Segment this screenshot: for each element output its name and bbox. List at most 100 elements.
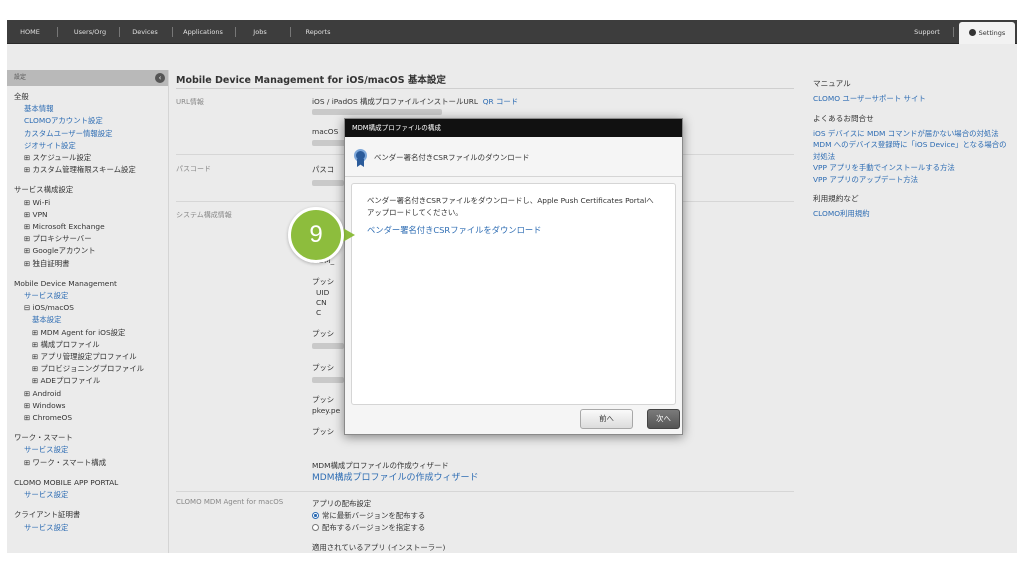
sidebar-item[interactable]: CLOMOアカウント設定 <box>7 115 168 127</box>
push-cert-label-4: プッシ <box>312 395 335 404</box>
sidebar-item[interactable]: ⊞ Windows <box>7 400 168 412</box>
sidebar-section-heading: ワーク・スマート <box>14 433 73 443</box>
sidebar-item[interactable]: ⊞ プロビジョニングプロファイル <box>7 363 168 375</box>
sidebar-title: 設定 <box>14 74 27 81</box>
sidebar-item[interactable]: サービス設定 <box>7 489 168 501</box>
sidebar-header: 設定 ‹ <box>7 70 168 86</box>
gear-icon <box>968 29 976 36</box>
wizard-link[interactable]: MDM構成プロファイルの作成ウィザード <box>312 470 478 483</box>
faq-heading: よくあるお問合せ <box>813 113 874 123</box>
push-cert-label-5: プッシ <box>312 427 335 436</box>
sidebar-section-heading: CLOMO MOBILE APP PORTAL <box>14 477 119 487</box>
agent-macos-label: CLOMO MDM Agent for macOS <box>176 498 284 506</box>
sidebar-item[interactable]: ⊞ アプリ管理設定プロファイル <box>7 351 168 363</box>
collapse-sidebar-icon[interactable]: ‹ <box>155 73 165 83</box>
sidebar-item[interactable]: ⊞ カスタム管理権限スキーム設定 <box>7 164 168 176</box>
sidebar-item[interactable]: サービス設定 <box>7 444 168 456</box>
next-button[interactable]: 次へ <box>647 409 680 429</box>
nav-devices[interactable]: Devices <box>127 20 163 44</box>
mdm-profile-dialog: MDM構成プロファイルの構成 ベンダー署名付きCSRファイルのダウンロード ベン… <box>344 118 683 435</box>
passcode-label: パスコード <box>176 165 211 173</box>
applied-installer-label: 適用されているアプリ (インストーラー) <box>312 543 446 552</box>
sidebar-item[interactable]: ⊟ iOS/macOS <box>7 302 168 314</box>
dialog-subheader: ベンダー署名付きCSRファイルのダウンロード <box>345 137 682 177</box>
sidebar-item[interactable]: ⊞ MDM Agent for iOS設定 <box>7 327 168 339</box>
dist-option-latest[interactable]: 常に最新バージョンを配布する <box>312 510 425 521</box>
passcode-value-label: パスコ <box>312 165 335 174</box>
nav-reports[interactable]: Reports <box>300 20 336 44</box>
install-url-label: iOS / iPadOS 構成プロファイルインストールURL QR コード <box>312 97 519 106</box>
nav-home[interactable]: HOME <box>13 20 47 44</box>
support-site-link[interactable]: CLOMO ユーザーサポート サイト <box>813 93 1013 105</box>
pkey-file-label: pkey.pe <box>312 406 341 415</box>
sidebar-item[interactable]: ⊞ プロキシサーバー <box>7 233 168 245</box>
ribbon-award-icon <box>354 149 367 167</box>
sidebar-item[interactable]: カスタムユーザー情報設定 <box>7 128 168 140</box>
nav-applications[interactable]: Applications <box>178 20 228 44</box>
sidebar-item[interactable]: 基本情報 <box>7 103 168 115</box>
sidebar-section-heading: サービス構成設定 <box>14 185 74 195</box>
radio-empty-icon[interactable] <box>312 524 319 531</box>
download-csr-link[interactable]: ベンダー署名付きCSRファイルをダウンロード <box>367 224 660 236</box>
settings-sidebar: 設定 ‹ 全般基本情報 CLOMOアカウント設定 カスタムユーザー情報設定 ジオサイト… <box>7 70 169 553</box>
sidebar-item[interactable]: ⊞ ADEプロファイル <box>7 375 168 387</box>
cert-cn: CN <box>316 298 327 307</box>
faq-link[interactable]: VPP アプリを手動でインストールする方法 <box>813 162 1013 174</box>
sidebar-item[interactable]: 基本設定 <box>7 314 168 326</box>
dialog-description: ベンダー署名付きCSRファイルをダウンロードし、Apple Push Certi… <box>367 196 654 217</box>
distribution-settings-label: アプリの配布設定 <box>312 499 372 508</box>
radio-selected-icon[interactable] <box>312 512 319 519</box>
dist-option-specify[interactable]: 配布するバージョンを指定する <box>312 522 425 533</box>
terms-heading: 利用規約など <box>813 194 859 203</box>
sidebar-item[interactable]: ⊞ ChromeOS <box>7 412 168 424</box>
sidebar-item[interactable]: ⊞ Microsoft Exchange <box>7 221 168 233</box>
step-number-badge: 9 <box>288 207 344 263</box>
nav-support[interactable]: Support <box>907 20 947 44</box>
sidebar-item[interactable]: ジオサイト設定 <box>7 140 168 152</box>
sidebar-section-heading: Mobile Device Management <box>14 278 117 288</box>
manual-heading: マニュアル <box>813 79 851 88</box>
sidebar-item[interactable]: ⊞ 独自証明書 <box>7 258 168 270</box>
macos-url-label: macOS <box>312 127 339 136</box>
sidebar-item[interactable]: サービス設定 <box>7 290 168 302</box>
cert-uid: UID <box>316 288 330 297</box>
settings-label: Settings <box>978 29 1006 37</box>
sidebar-item[interactable]: ⊞ Googleアカウント <box>7 245 168 257</box>
faq-link[interactable]: iOS デバイスに MDM コマンドが届かない場合の対処法 <box>813 128 1013 140</box>
sidebar-menu: 全般基本情報 CLOMOアカウント設定 カスタムユーザー情報設定 ジオサイト設定 ⊞ ス… <box>7 86 168 534</box>
page-title: Mobile Device Management for iOS/macOS 基… <box>176 75 446 86</box>
faq-link[interactable]: VPP アプリのアップデート方法 <box>813 174 1013 186</box>
nav-settings-tab[interactable]: Settings <box>959 22 1015 44</box>
sidebar-section-heading: クライアント証明書 <box>14 510 81 520</box>
system-config-label: システム構成情報 <box>176 211 232 219</box>
dialog-title: MDM構成プロファイルの構成 <box>345 119 682 137</box>
sidebar-item[interactable]: ⊞ Wi-Fi <box>7 197 168 209</box>
top-navigation: HOME Users/Org Devices Applications Jobs… <box>7 20 1017 44</box>
push-cert-label-2: プッシ <box>312 329 335 338</box>
prev-button[interactable]: 前へ <box>580 409 633 429</box>
nav-jobs[interactable]: Jobs <box>243 20 277 44</box>
cert-c: C <box>316 308 322 317</box>
push-cert-label-1: プッシ <box>312 277 335 286</box>
sidebar-item[interactable]: ⊞ Android <box>7 388 168 400</box>
sidebar-item[interactable]: ⊞ ワーク・スマート構成 <box>7 457 168 469</box>
sidebar-item[interactable]: ⊞ VPN <box>7 209 168 221</box>
url-info-label: URL情報 <box>176 98 204 106</box>
sidebar-item[interactable]: サービス設定 <box>7 522 168 534</box>
push-cert-label-3: プッシ <box>312 363 335 372</box>
terms-link[interactable]: CLOMO利用規約 <box>813 208 1013 220</box>
app-window: HOME Users/Org Devices Applications Jobs… <box>7 20 1017 553</box>
sidebar-item[interactable]: ⊞ 構成プロファイル <box>7 339 168 351</box>
sidebar-section-heading: 全般 <box>14 92 29 101</box>
dialog-body: ベンダー署名付きCSRファイルをダウンロードし、Apple Push Certi… <box>351 183 676 405</box>
faq-link[interactable]: MDM へのデバイス登録時に「iOS Device」となる場合の対処法 <box>813 139 1013 162</box>
qr-code-link[interactable]: QR コード <box>483 97 518 106</box>
nav-users-org[interactable]: Users/Org <box>65 20 115 44</box>
sidebar-item[interactable]: ⊞ スケジュール設定 <box>7 152 168 164</box>
dialog-subtitle: ベンダー署名付きCSRファイルのダウンロード <box>374 153 530 162</box>
